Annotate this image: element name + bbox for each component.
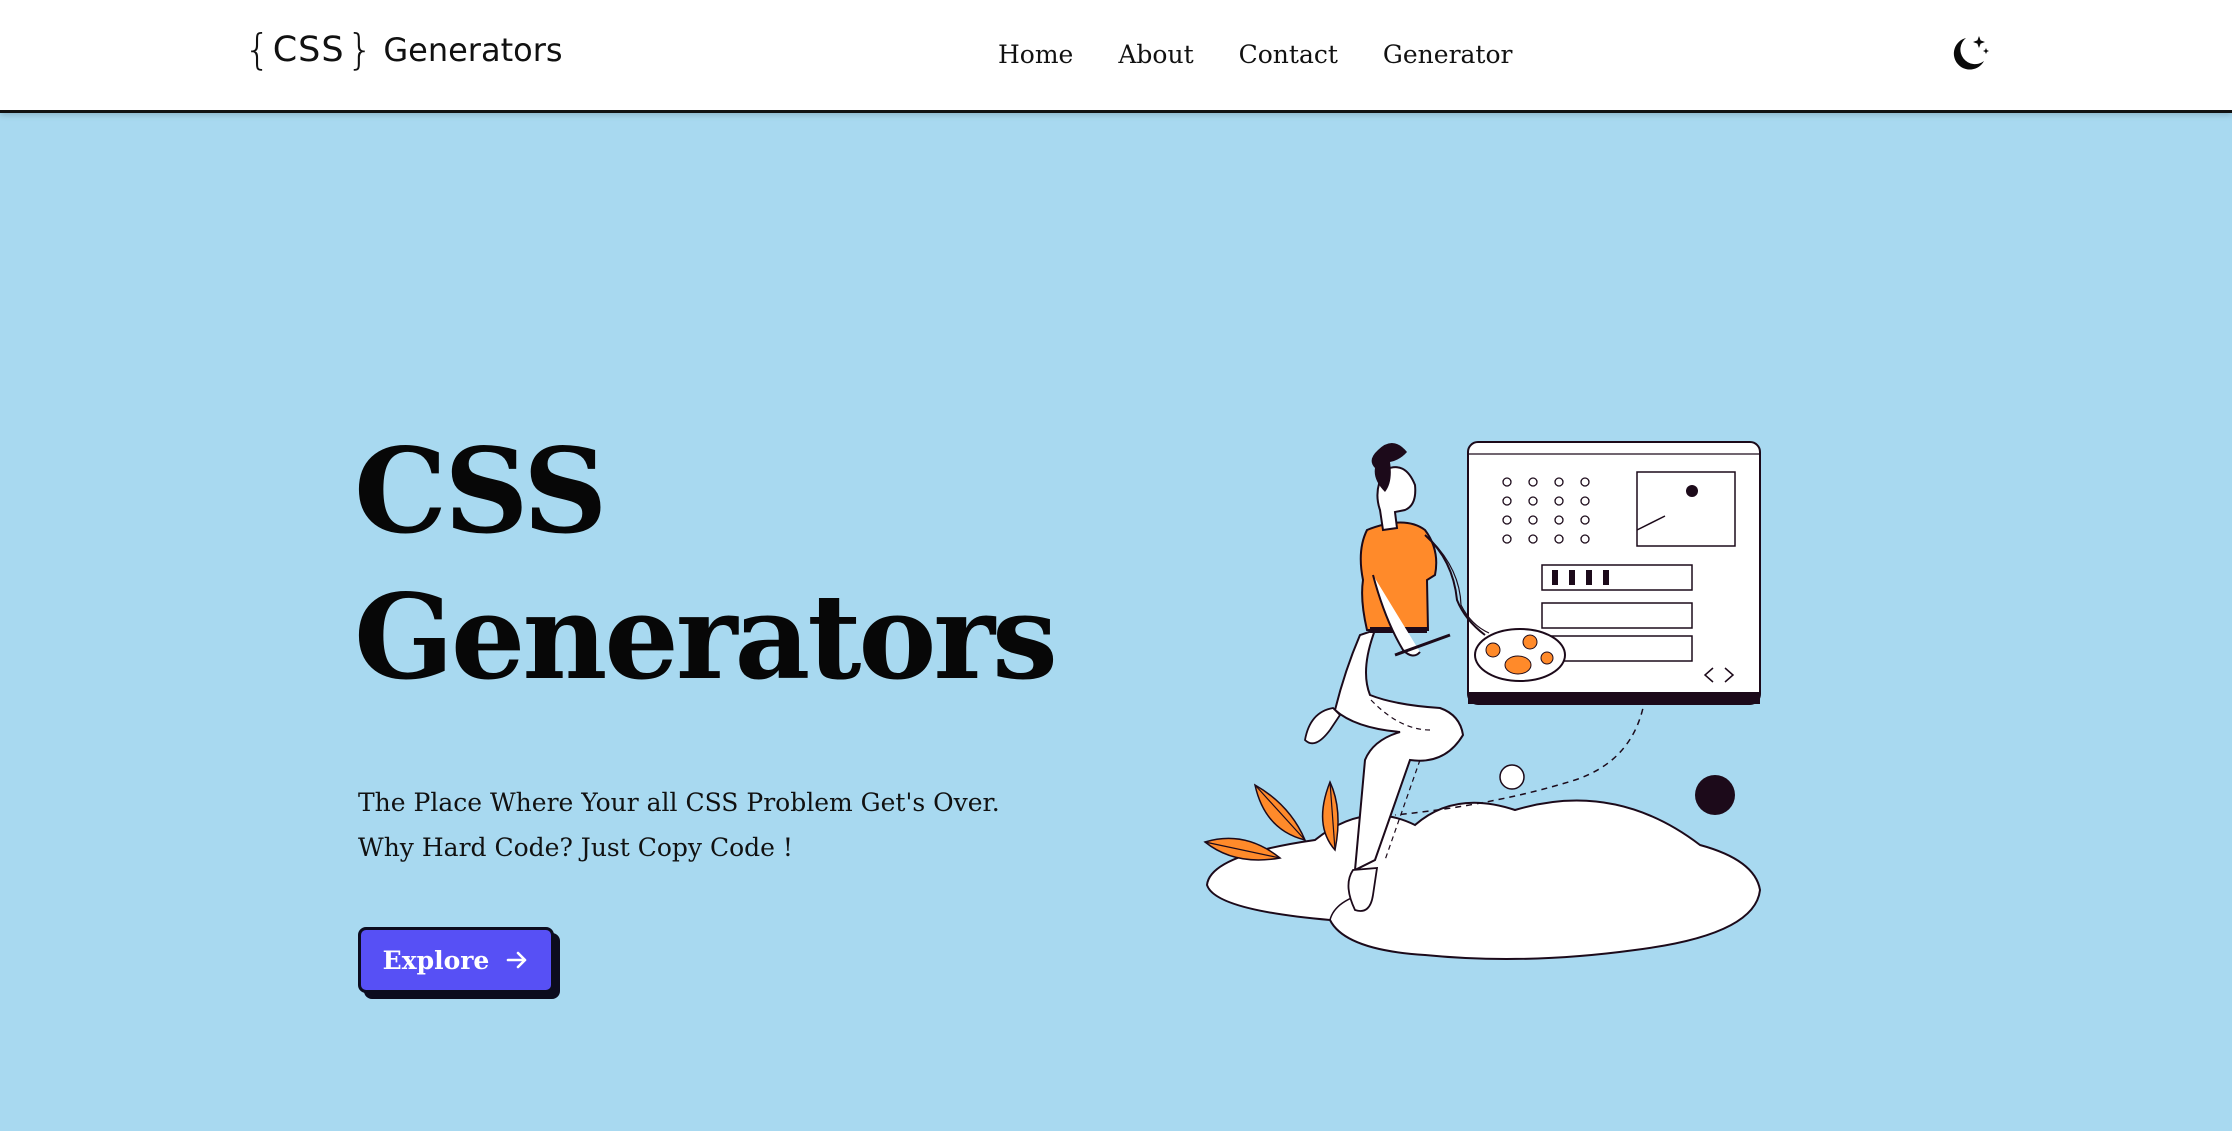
- main-nav: Home About Contact Generator: [998, 40, 1512, 69]
- nav-link-generator[interactable]: Generator: [1383, 40, 1513, 69]
- explore-button-label: Explore: [382, 945, 490, 975]
- site-header: { CSS } Generators Home About Contact Ge…: [0, 0, 2232, 113]
- logo-name: Generators: [383, 31, 563, 69]
- hero-title-line-2: Generators: [354, 568, 1058, 706]
- arrow-right-icon: [507, 951, 527, 969]
- designer-illustration: [1203, 441, 1762, 960]
- nav-link-home[interactable]: Home: [998, 40, 1073, 69]
- hero-title: CSS Generators: [354, 418, 1058, 710]
- moon-stars-icon: [1953, 36, 1989, 70]
- nav-link-about[interactable]: About: [1118, 40, 1193, 69]
- explore-button[interactable]: Explore: [358, 927, 554, 993]
- logo-brand: CSS: [272, 30, 345, 70]
- nav-link-contact[interactable]: Contact: [1239, 40, 1338, 69]
- tagline-line-1: The Place Where Your all CSS Problem Get…: [358, 788, 1000, 817]
- hero-title-line-1: CSS: [354, 422, 608, 560]
- theme-toggle-button[interactable]: [1946, 31, 1992, 77]
- hero-tagline: The Place Where Your all CSS Problem Get…: [358, 780, 1000, 870]
- logo-brace-close: }: [346, 25, 374, 74]
- site-logo[interactable]: { CSS } Generators: [244, 26, 563, 74]
- logo-brace-open: {: [244, 25, 271, 74]
- tagline-line-2: Why Hard Code? Just Copy Code !: [358, 833, 793, 862]
